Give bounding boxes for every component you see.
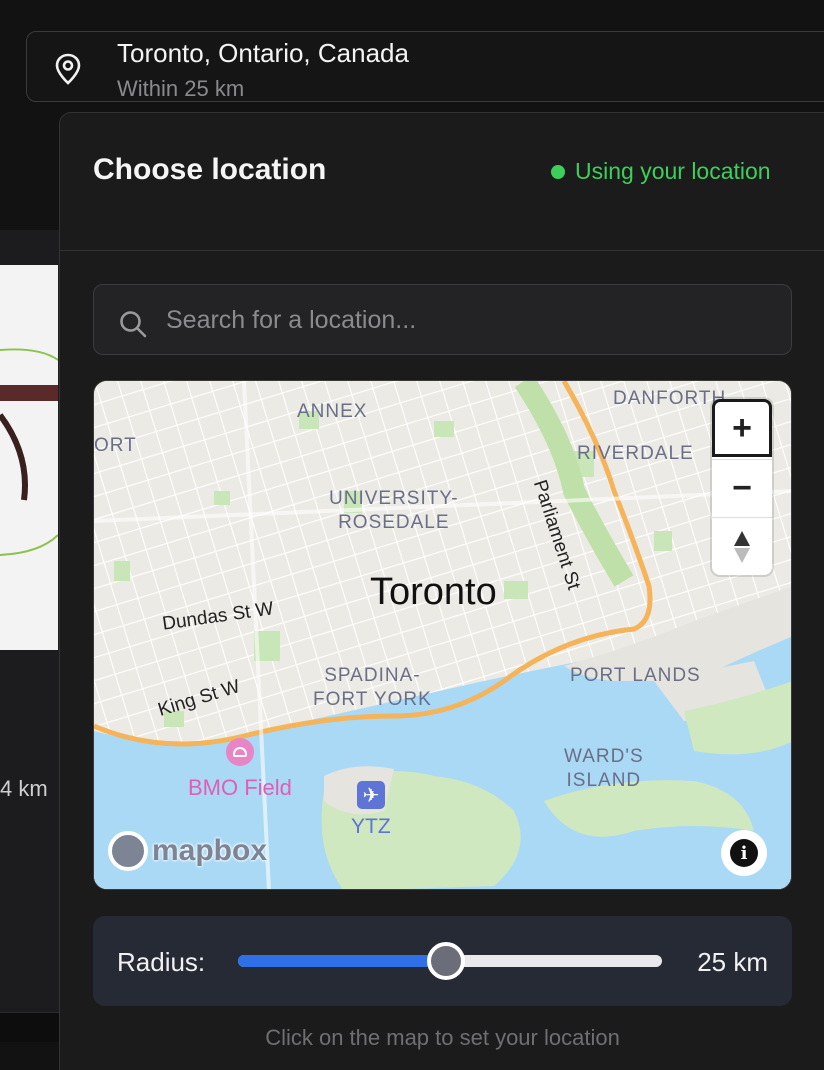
map-zoom-controls: + − <box>712 399 772 575</box>
compass-icon <box>734 530 750 563</box>
selected-location-name: Toronto, Ontario, Canada <box>117 38 409 68</box>
popover-header: Choose location Using your location <box>60 113 824 251</box>
map-label-spadina-fort-york: SPADINA- FORT YORK <box>313 665 432 710</box>
info-icon: i <box>730 839 758 867</box>
radius-slider-fill <box>238 955 446 967</box>
map-label-riverdale: RIVERDALE <box>577 443 694 464</box>
radius-value: 25 km <box>697 947 768 977</box>
radius-label: Radius: <box>117 947 206 977</box>
location-selector-button[interactable]: Toronto, Ontario, Canada Within 25 km <box>26 31 824 102</box>
map-hint-text: Click on the map to set your location <box>265 1025 620 1050</box>
mapbox-wordmark: mapbox <box>152 834 268 867</box>
map-label-university-rosedale: UNIVERSITY- ROSEDALE <box>329 488 459 533</box>
choose-location-popover: Choose location Using your location Sear… <box>59 112 824 1070</box>
zoom-out-button[interactable]: − <box>712 459 772 517</box>
status-dot-icon <box>551 164 565 179</box>
background-distance-text: 4 km <box>0 776 48 801</box>
map-label-annex: ANNEX <box>297 401 368 422</box>
background-image-art <box>0 348 58 556</box>
radius-slider[interactable] <box>238 942 662 980</box>
radius-control: Radius: 25 km <box>93 916 792 1006</box>
selected-location-radius: Within 25 km <box>117 76 245 101</box>
page-root: 4 km Toronto, Ontario, Canada Within 25 … <box>0 0 824 1070</box>
mapbox-logo[interactable]: mapbox <box>108 831 267 871</box>
background-product-image <box>0 265 58 650</box>
map-label-danforth: DANFORTH <box>613 388 727 409</box>
poi-label-bmo-field: BMO Field <box>188 775 292 800</box>
location-status: Using your location <box>551 158 771 185</box>
location-search-box[interactable] <box>93 284 792 355</box>
map-city-label: Toronto <box>370 571 497 613</box>
map-pin-icon <box>55 53 81 85</box>
search-input[interactable] <box>166 295 766 345</box>
map-label-partial: ORT <box>94 435 137 456</box>
stadium-icon <box>226 738 254 766</box>
airport-icon: ✈ <box>357 781 385 809</box>
search-icon <box>120 311 147 338</box>
map-attribution-button[interactable]: i <box>721 830 767 876</box>
map-label-port-lands: PORT LANDS <box>570 665 701 686</box>
poi-label-ytz: YTZ <box>351 815 391 838</box>
mapbox-mark-icon <box>108 831 148 871</box>
zoom-in-button[interactable]: + <box>712 399 772 457</box>
compass-button[interactable] <box>712 517 772 575</box>
map-label-wards-island: WARD'S ISLAND <box>564 746 644 791</box>
background-footer <box>0 1012 60 1042</box>
location-map[interactable]: ANNEX DANFORTH RIVERDALE UNIVERSITY- ROS… <box>93 380 792 890</box>
radius-slider-thumb[interactable] <box>426 942 465 980</box>
popover-title: Choose location <box>93 153 327 186</box>
location-status-text: Using your location <box>575 158 771 184</box>
